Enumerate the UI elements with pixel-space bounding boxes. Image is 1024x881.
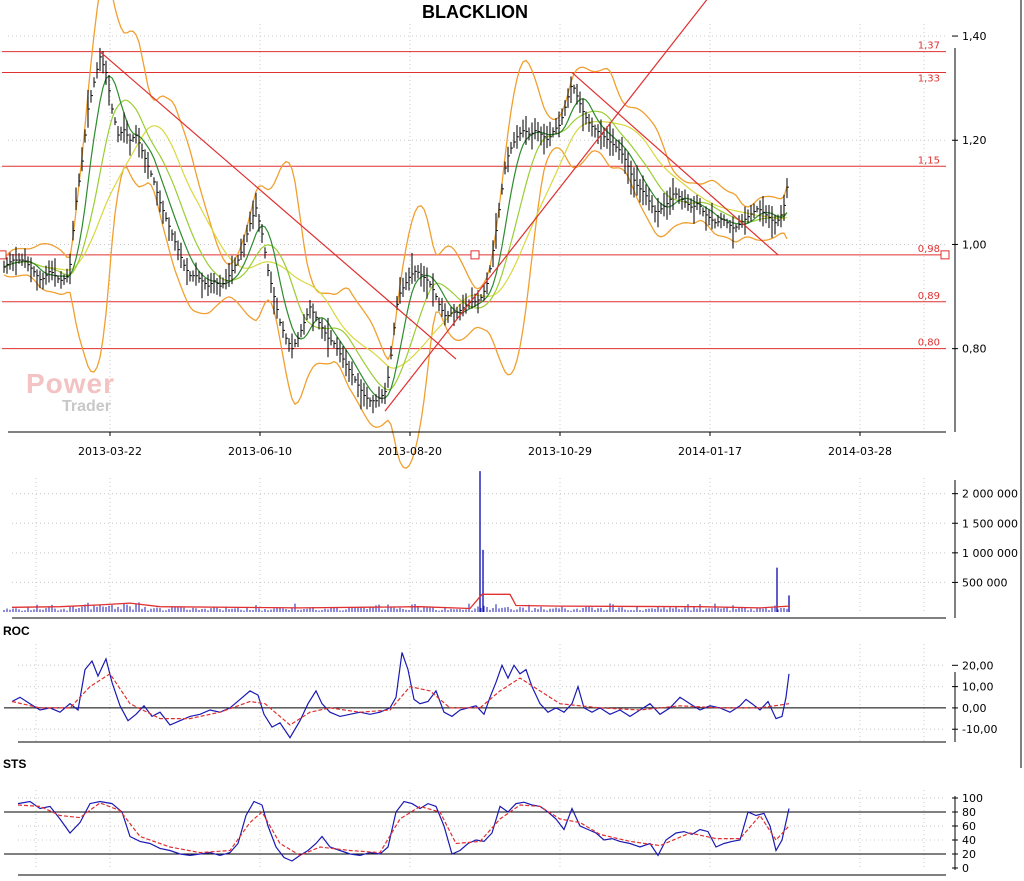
sts-y-label-4: 20 [962, 848, 976, 861]
level-marker-1 [470, 250, 480, 260]
sts-y-label-3: 40 [962, 834, 976, 847]
price-y-label-2: 1,00 [962, 238, 987, 251]
trend-line-2 [571, 72, 779, 256]
roc-y-label-0: 20,00 [962, 659, 994, 672]
date-label-2: 2013-08-20 [378, 445, 442, 458]
level-label-5: 0,80 [918, 338, 940, 349]
date-label-4: 2014-01-17 [678, 445, 742, 458]
volume-moving-average [11, 593, 790, 610]
chart-canvas: 1,37 1,33 1,15 0,98 0,89 0,80 1,40 1,20 1,00 0,80… [0, 0, 1022, 876]
sts-y-label-5: 0 [962, 862, 969, 875]
sts-panel-label: STS [3, 757, 27, 771]
roc-y-label-3: -10,00 [962, 723, 997, 736]
price-y-label-3: 0,80 [962, 343, 987, 356]
sts-y-label-1: 80 [962, 806, 976, 819]
level-label-3: 0,98 [918, 244, 940, 255]
level-marker-2 [940, 250, 950, 260]
roc-series-1 [11, 672, 790, 726]
price-y-label-1: 1,20 [962, 134, 987, 147]
date-label-5: 2014-03-28 [828, 445, 892, 458]
watermark-power: Power [26, 368, 116, 399]
volume-y-label-1: 1 500 000 [962, 517, 1018, 530]
roc-series-0 [11, 652, 790, 739]
level-label-2: 1,15 [918, 155, 940, 166]
sts-y-label-2: 60 [962, 820, 976, 833]
level-label-1: 1,33 [918, 74, 940, 85]
volume-y-label-0: 2 000 000 [962, 488, 1018, 501]
roc-y-label-1: 10,00 [962, 681, 994, 694]
moving-average-short [3, 75, 788, 400]
price-y-label-0: 1,40 [962, 30, 987, 43]
watermark-trader: Trader [62, 398, 111, 415]
date-label-3: 2013-10-29 [528, 445, 592, 458]
volume-y-label-2: 1 000 000 [962, 547, 1018, 560]
roc-panel-label: ROC [3, 624, 30, 638]
roc-y-label-2: 0,00 [962, 702, 987, 715]
level-marker-0 [0, 250, 7, 260]
trend-line-1 [384, 0, 708, 412]
moving-average-mid [3, 99, 788, 391]
trend-line-0 [99, 51, 457, 360]
level-label-0: 1,37 [918, 41, 940, 52]
date-label-0: 2013-03-22 [78, 445, 142, 458]
sts-y-label-0: 100 [962, 792, 983, 805]
date-label-1: 2013-06-10 [228, 445, 292, 458]
bollinger-upper [3, 0, 788, 361]
volume-y-label-3: 500 000 [962, 576, 1008, 589]
sts-series-0 [17, 800, 790, 862]
chart-window: BLACKLION 1,37 1,33 1,15 0,98 0,89 0,80 1,40 1,… [0, 0, 1024, 881]
sts-series-1 [17, 802, 790, 857]
level-label-4: 0,89 [918, 291, 940, 302]
